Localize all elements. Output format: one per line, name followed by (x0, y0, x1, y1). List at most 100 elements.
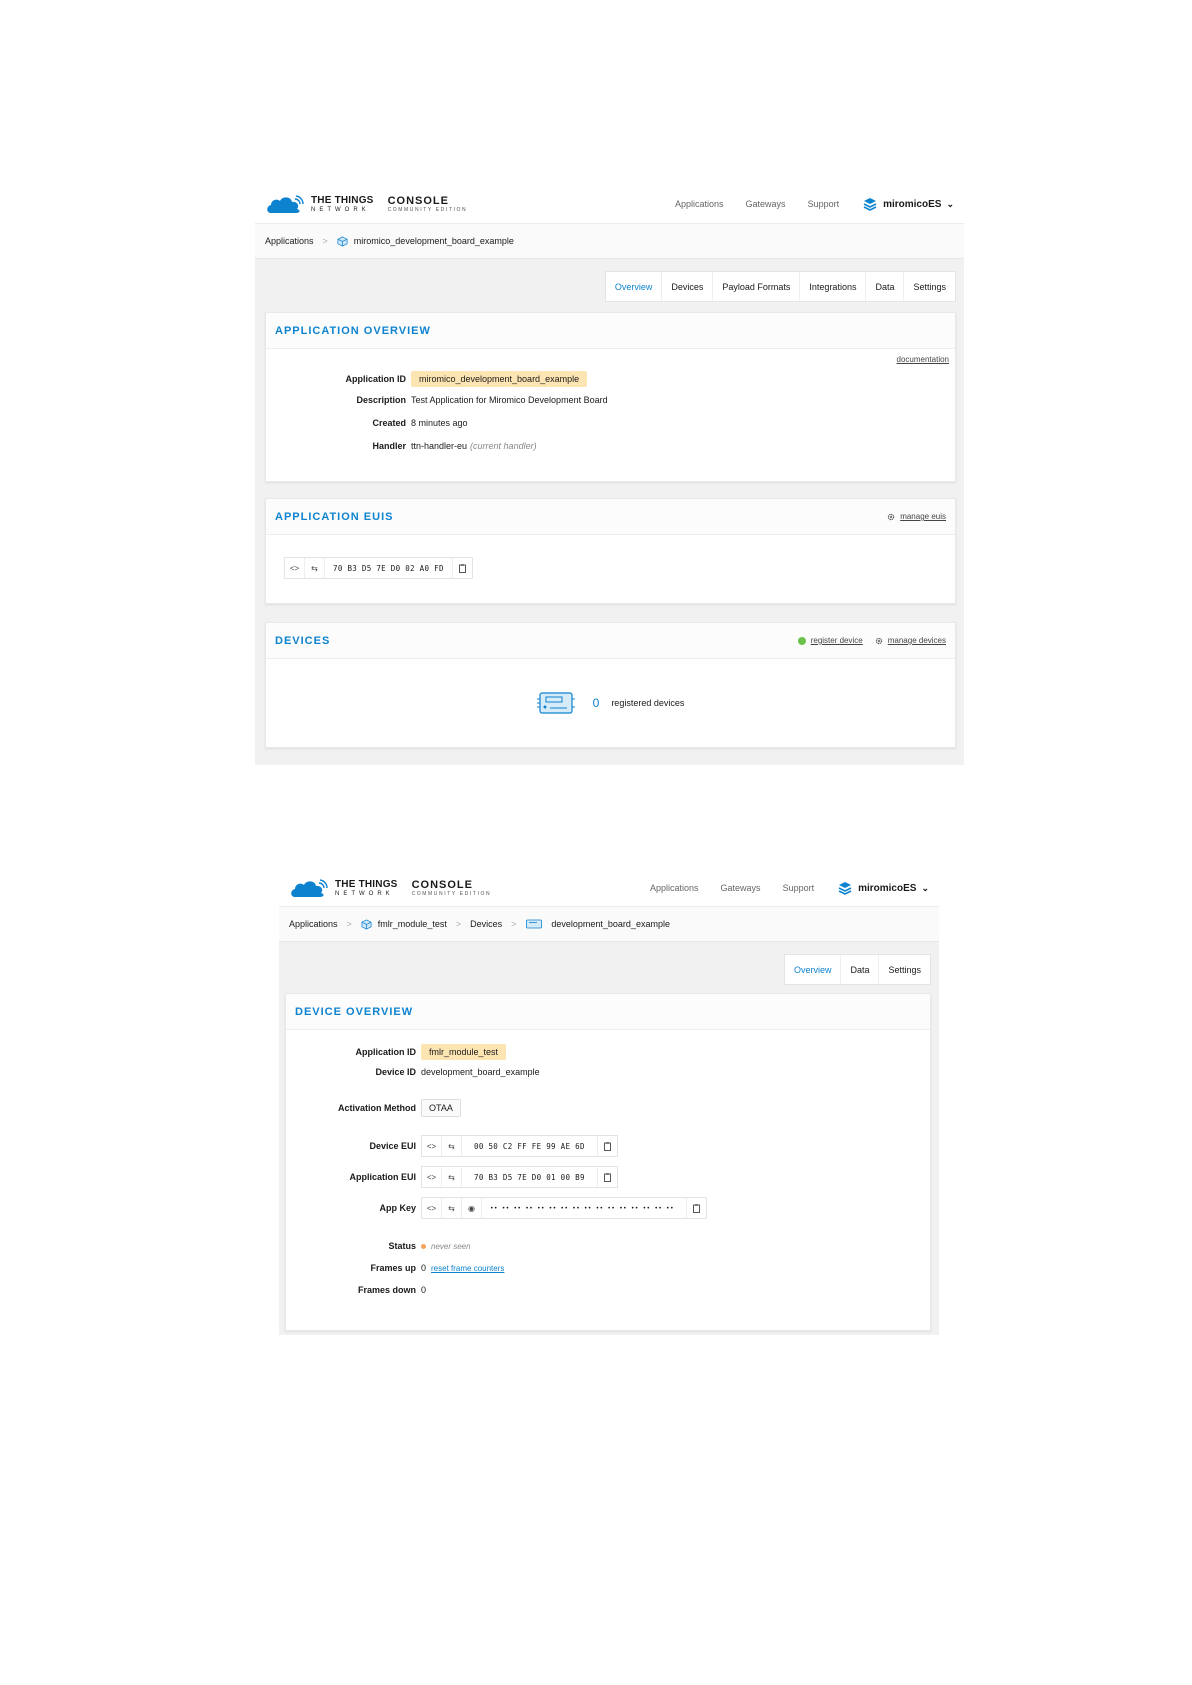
swap-order-icon[interactable]: ⇆ (442, 1167, 462, 1187)
gear-icon (887, 513, 895, 520)
application-eui-field: <> ⇆ 70 B3 D5 7E D0 01 00 B9 (421, 1166, 618, 1188)
nav-applications[interactable]: Applications (675, 199, 724, 209)
app-id-badge[interactable]: fmlr_module_test (421, 1044, 507, 1060)
tab-settings[interactable]: Settings (903, 272, 955, 301)
status-label: Status (388, 1241, 416, 1251)
ttn-logo[interactable]: THE THINGS NETWORK CONSOLE COMMUNITY EDI… (289, 877, 491, 899)
frames-down-value: 0 (421, 1285, 427, 1295)
application-screen: THE THINGS NETWORK CONSOLE COMMUNITY EDI… (255, 185, 964, 765)
breadcrumb-devices[interactable]: Devices (470, 919, 502, 929)
breadcrumb-applications[interactable]: Applications (265, 236, 314, 246)
swap-order-icon[interactable]: ⇆ (442, 1136, 462, 1156)
ttn-logo[interactable]: THE THINGS NETWORK CONSOLE COMMUNITY EDI… (265, 193, 467, 215)
device-board-icon (526, 919, 543, 929)
swap-order-icon[interactable]: ⇆ (442, 1198, 462, 1218)
device-count[interactable]: 0 (593, 696, 600, 710)
card-title: APPLICATION EUIS (275, 510, 394, 523)
reset-frame-counters-link[interactable]: reset frame counters (431, 1264, 504, 1273)
frames-down-label: Frames down (357, 1285, 416, 1295)
status-text: never seen (431, 1242, 471, 1251)
code-toggle-icon[interactable]: <> (422, 1167, 442, 1187)
edition-label: COMMUNITY EDITION (411, 890, 492, 897)
application-cube-icon (337, 236, 348, 246)
tab-overview[interactable]: Overview (785, 955, 841, 984)
nav-gateways[interactable]: Gateways (746, 199, 786, 209)
brand-network: NETWORK (335, 890, 394, 897)
created-value: 8 minutes ago (411, 418, 468, 428)
breadcrumb: Applications > fmlr_module_test > Device… (279, 906, 939, 942)
code-toggle-icon[interactable]: <> (422, 1136, 442, 1156)
device-overview-card: DEVICE OVERVIEW Application ID fmlr_modu… (285, 993, 931, 1331)
breadcrumb: Applications > miromico_development_boar… (255, 223, 964, 259)
description-value: Test Application for Miromico Developmen… (411, 395, 608, 405)
main-nav: Applications Gateways Support miromicoES… (653, 197, 954, 211)
gear-icon (875, 637, 882, 644)
card-title: DEVICE OVERVIEW (295, 1005, 414, 1018)
device-eui-label: Device EUI (369, 1141, 416, 1151)
device-id-label: Device ID (375, 1067, 416, 1077)
code-toggle-icon[interactable]: <> (285, 558, 305, 578)
frames-up-value: 0 (421, 1263, 427, 1273)
cloud-logo-icon (267, 195, 304, 213)
tab-settings[interactable]: Settings (878, 955, 930, 984)
chevron-right-icon: > (346, 919, 352, 929)
main-nav: Applications Gateways Support miromicoES… (628, 881, 929, 895)
handler-note: (current handler) (470, 441, 537, 451)
user-menu[interactable]: miromicoES ⌄ (838, 881, 929, 895)
device-eui-field: <> ⇆ 00 50 C2 FF FE 99 AE 6D (421, 1135, 618, 1157)
tab-data[interactable]: Data (840, 955, 878, 984)
copy-icon[interactable] (596, 1167, 617, 1187)
frames-up-label: Frames up (370, 1263, 416, 1273)
devices-card: DEVICES register device manage devices 0… (265, 622, 956, 748)
device-screen: THE THINGS NETWORK CONSOLE COMMUNITY EDI… (279, 870, 939, 1335)
app-eui-field: <> ⇆ 70 B3 D5 7E D0 02 A0 FD (284, 557, 473, 579)
application-eui-value: 70 B3 D5 7E D0 01 00 B9 (474, 1172, 585, 1182)
code-toggle-icon[interactable]: <> (422, 1198, 442, 1218)
manage-euis-link[interactable]: manage euis (887, 512, 946, 521)
app-key-field: <> ⇆ ◉ •• •• •• •• •• •• •• •• •• •• •• … (421, 1197, 707, 1219)
handler-label: Handler (372, 441, 406, 451)
cloud-logo-icon (291, 879, 328, 897)
nav-support[interactable]: Support (808, 199, 840, 209)
device-count-label: registered devices (611, 698, 685, 708)
documentation-link[interactable]: documentation (897, 355, 949, 364)
breadcrumb-app[interactable]: fmlr_module_test (378, 919, 447, 929)
nav-applications[interactable]: Applications (650, 883, 699, 893)
register-device-link[interactable]: register device (797, 636, 863, 645)
tab-data[interactable]: Data (865, 272, 903, 301)
plus-icon (797, 636, 806, 645)
handler-value: ttn-handler-eu (411, 441, 468, 451)
user-menu[interactable]: miromicoES ⌄ (863, 197, 954, 211)
card-title: DEVICES (275, 634, 331, 647)
breadcrumb-device[interactable]: development_board_example (551, 919, 670, 929)
nav-support[interactable]: Support (783, 883, 815, 893)
status-value: never seen (421, 1241, 471, 1251)
copy-icon[interactable] (596, 1136, 617, 1156)
copy-icon[interactable] (451, 558, 472, 578)
eye-icon[interactable]: ◉ (462, 1198, 482, 1218)
brand-name: THE THINGS (311, 194, 374, 206)
chevron-right-icon: > (511, 919, 517, 929)
manage-devices-link[interactable]: manage devices (875, 636, 946, 645)
activation-method-badge: OTAA (421, 1099, 461, 1117)
manage-euis-label: manage euis (900, 512, 946, 521)
chevron-right-icon: > (455, 919, 462, 929)
device-tabs: Overview Data Settings (783, 954, 931, 985)
app-eui-value: 70 B3 D5 7E D0 02 A0 FD (333, 563, 444, 573)
user-avatar-icon (863, 198, 877, 211)
tab-devices[interactable]: Devices (661, 272, 712, 301)
tab-integrations[interactable]: Integrations (799, 272, 865, 301)
user-name: miromicoES (883, 198, 942, 210)
app-id-badge[interactable]: miromico_development_board_example (411, 371, 588, 387)
tab-overview[interactable]: Overview (606, 272, 662, 301)
breadcrumb-applications[interactable]: Applications (289, 919, 338, 929)
activation-method-label: Activation Method (338, 1103, 416, 1113)
tab-payload-formats[interactable]: Payload Formats (712, 272, 799, 301)
copy-icon[interactable] (685, 1198, 706, 1218)
app-tabs: Overview Devices Payload Formats Integra… (604, 271, 956, 302)
application-overview-card: APPLICATION OVERVIEW documentation Appli… (265, 312, 956, 482)
breadcrumb-app[interactable]: miromico_development_board_example (354, 236, 514, 246)
nav-gateways[interactable]: Gateways (721, 883, 761, 893)
swap-order-icon[interactable]: ⇆ (305, 558, 325, 578)
manage-devices-label: manage devices (887, 636, 946, 645)
